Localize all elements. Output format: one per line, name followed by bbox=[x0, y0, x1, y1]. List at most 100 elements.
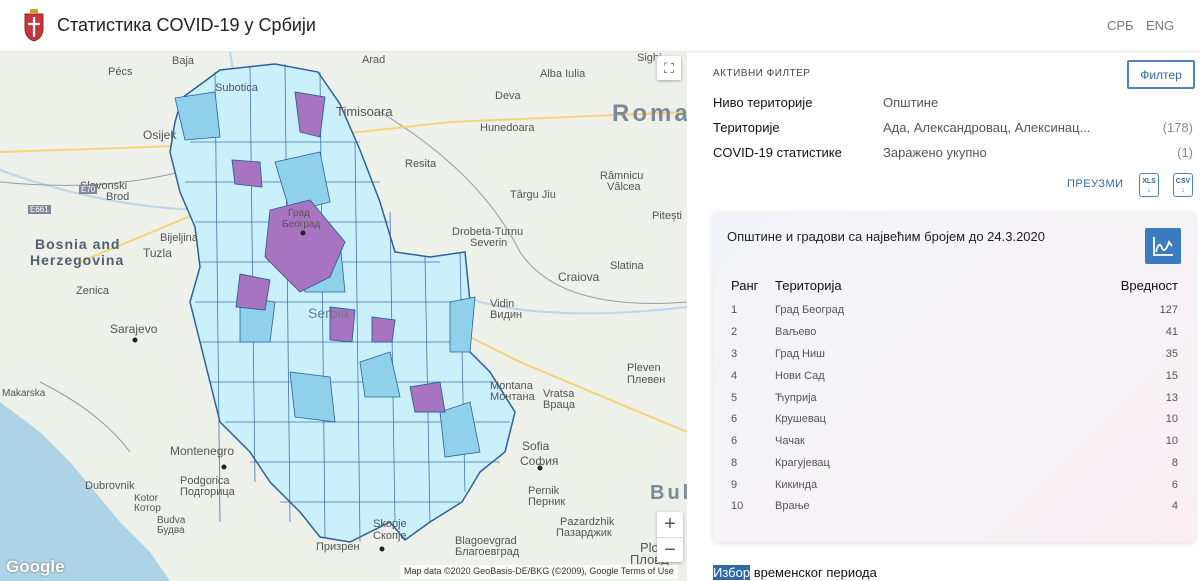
territory-cell: Град Београд bbox=[775, 304, 845, 316]
map-label: Vâlcea bbox=[607, 181, 641, 193]
xls-label: XLS bbox=[1142, 178, 1156, 185]
map-label: Târgu Jiu bbox=[510, 189, 556, 201]
filter-row-level[interactable]: Ниво територије Општине bbox=[713, 95, 1193, 113]
map-label: Alba Iulia bbox=[540, 68, 586, 80]
map-label: Перник bbox=[528, 496, 566, 508]
filter-row-territories[interactable]: Територије Ада, Александровац, Алексинац… bbox=[713, 120, 1193, 138]
rank-cell: 4 bbox=[731, 370, 738, 382]
filter-count: (178) bbox=[1162, 120, 1193, 135]
zoom-in-button[interactable]: + bbox=[657, 512, 683, 537]
table-row[interactable]: 6 Крушевац 10 bbox=[713, 413, 1195, 433]
zoom-control: + − bbox=[657, 512, 683, 562]
period-highlight: Избор bbox=[713, 565, 751, 580]
table-row[interactable]: 6 Чачак 10 bbox=[713, 435, 1195, 455]
serbia-crest-icon bbox=[24, 9, 44, 42]
value-cell: 13 bbox=[1165, 392, 1178, 404]
csv-download-icon[interactable]: CSV ↓ bbox=[1173, 173, 1193, 197]
fullscreen-button[interactable]: ⛶ bbox=[657, 56, 681, 80]
map-label: Craiova bbox=[558, 270, 600, 284]
value-cell: 10 bbox=[1165, 435, 1178, 447]
map-label: Котор bbox=[134, 503, 161, 514]
value-cell: 15 bbox=[1165, 370, 1178, 382]
territory-cell: Крагујевац bbox=[775, 457, 830, 469]
active-filter-title: АКТИВНИ ФИЛТЕР bbox=[713, 68, 811, 79]
lang-eng-link[interactable]: ENG bbox=[1146, 18, 1174, 33]
map-label: Београд bbox=[282, 219, 321, 230]
table-row[interactable]: 1 Град Београд 127 bbox=[713, 304, 1195, 324]
territory-cell: Ваљево bbox=[775, 326, 817, 338]
rank-cell: 6 bbox=[731, 413, 738, 425]
map-label: Град bbox=[288, 208, 310, 219]
csv-label: CSV bbox=[1175, 178, 1191, 185]
rank-cell: 2 bbox=[731, 326, 738, 338]
table-row[interactable]: 5 Ћуприја 13 bbox=[713, 392, 1195, 412]
download-label: ПРЕУЗМИ bbox=[1067, 178, 1124, 190]
rank-cell: 3 bbox=[731, 348, 738, 360]
map-label: Призрен bbox=[316, 541, 360, 553]
page-title: Статистика COVID-19 у Србији bbox=[57, 15, 316, 35]
filter-button[interactable]: Филтер bbox=[1127, 60, 1195, 89]
rank-cell: 1 bbox=[731, 304, 738, 316]
territory-cell: Нови Сад bbox=[775, 370, 825, 382]
map-label: Скопје bbox=[373, 530, 407, 542]
map-label: Herzegovina bbox=[30, 252, 125, 268]
map-label: Пазарджик bbox=[556, 527, 612, 539]
value-cell: 10 bbox=[1165, 413, 1178, 425]
map-label: Montenegro bbox=[170, 444, 235, 458]
territory-cell: Чачак bbox=[775, 435, 805, 447]
map-label: Монтана bbox=[490, 391, 535, 403]
value-cell: 6 bbox=[1171, 479, 1178, 491]
table-row[interactable]: 10 Врање 4 bbox=[713, 500, 1195, 520]
table-row[interactable]: 8 Крагујевац 8 bbox=[713, 457, 1195, 477]
map-label: Tuzla bbox=[143, 246, 172, 260]
map-view[interactable]: Pécs Baja Arad Sighi Alba Iulia Subotica… bbox=[0, 52, 687, 581]
map-label: Slatina bbox=[610, 260, 644, 272]
line-chart-icon bbox=[1153, 237, 1173, 256]
value-cell: 35 bbox=[1165, 348, 1178, 360]
ranking-title: Општине и градови са највећим бројем до … bbox=[727, 229, 1045, 244]
map-label: Pécs bbox=[108, 66, 133, 78]
value-cell: 41 bbox=[1165, 326, 1178, 338]
lang-srb-link[interactable]: СРБ bbox=[1107, 18, 1134, 33]
filter-key: COVID-19 статистике bbox=[713, 145, 842, 160]
road-shield: E70 bbox=[79, 185, 98, 194]
map-label: Pitești bbox=[652, 210, 682, 222]
chart-view-button[interactable] bbox=[1145, 228, 1181, 264]
fullscreen-icon: ⛶ bbox=[664, 59, 674, 76]
map-label: София bbox=[520, 454, 559, 468]
col-value-header: Вредност bbox=[1120, 278, 1178, 293]
filter-value: Општине bbox=[883, 95, 939, 110]
map-label: Subotica bbox=[215, 82, 258, 94]
value-cell: 4 bbox=[1171, 500, 1178, 512]
territory-cell: Кикинда bbox=[775, 479, 818, 491]
table-row[interactable]: 2 Ваљево 41 bbox=[713, 326, 1195, 346]
filter-row-statistics[interactable]: COVID-19 статистике Заражено укупно (1) bbox=[713, 145, 1193, 163]
ranking-card: Општине и градови са највећим бројем до … bbox=[713, 212, 1195, 542]
territory-cell: Врање bbox=[775, 500, 810, 512]
filter-value: Ада, Александровац, Алексинац... bbox=[883, 120, 1091, 135]
filter-key: Територије bbox=[713, 120, 780, 135]
map-label: Dubrovnik bbox=[85, 480, 135, 492]
map-label: Baja bbox=[172, 55, 195, 67]
table-row[interactable]: 4 Нови Сад 15 bbox=[713, 370, 1195, 390]
map-attribution[interactable]: Map data ©2020 GeoBasis-DE/BKG (©2009), … bbox=[400, 565, 678, 579]
map-label: Skopje bbox=[373, 518, 407, 530]
map-label: Deva bbox=[495, 90, 521, 102]
col-rank-header: Ранг bbox=[731, 278, 759, 293]
territory-cell: Крушевац bbox=[775, 413, 826, 425]
map-label: Bijeljina bbox=[160, 232, 198, 244]
map-label: Pleven bbox=[627, 362, 661, 374]
map-label: Severin bbox=[470, 237, 508, 249]
map-label: Zenica bbox=[76, 285, 110, 297]
map-label: Будва bbox=[157, 525, 185, 536]
zoom-out-button[interactable]: − bbox=[657, 538, 683, 563]
table-row[interactable]: 3 Град Ниш 35 bbox=[713, 348, 1195, 368]
table-row[interactable]: 9 Кикинда 6 bbox=[713, 479, 1195, 499]
rank-cell: 5 bbox=[731, 392, 738, 404]
xls-download-icon[interactable]: XLS ↓ bbox=[1139, 173, 1159, 197]
map-label: Hunedoara bbox=[480, 122, 535, 134]
map-label: Sarajevo bbox=[110, 322, 158, 336]
map-label: Bul bbox=[650, 482, 687, 504]
map-label: Osijek bbox=[143, 128, 177, 142]
col-territory-header: Територија bbox=[775, 278, 842, 293]
